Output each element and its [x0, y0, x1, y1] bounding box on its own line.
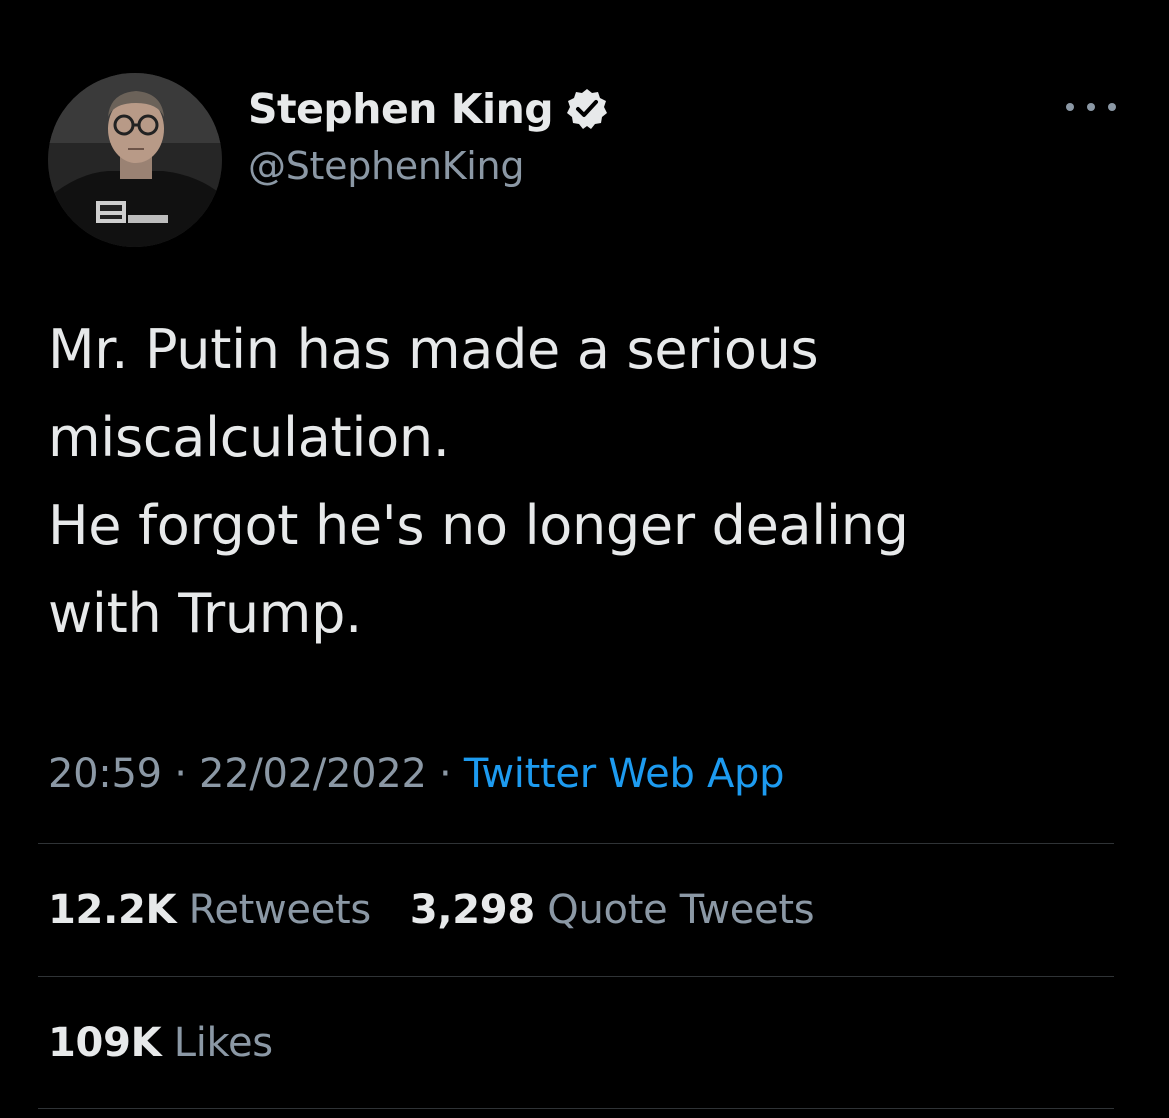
quote-tweets-count: 3,298	[409, 887, 535, 933]
tweet-text: Mr. Putin has made a serious miscalculat…	[48, 306, 1128, 658]
quote-tweets-label: Quote Tweets	[547, 887, 815, 933]
tweet-time[interactable]: 20:59	[48, 751, 162, 797]
author-block: Stephen King @StephenKing	[248, 80, 609, 188]
tweet-text-line: miscalculation.	[48, 406, 450, 469]
tweet-text-line: He forgot he's no longer dealing	[48, 494, 909, 557]
meta-separator: ·	[439, 751, 452, 797]
tweet-text-line: Mr. Putin has made a serious	[48, 318, 819, 381]
tweet-header: Stephen King @StephenKing	[48, 52, 1128, 247]
share-stats-row: 12.2K Retweets 3,298 Quote Tweets	[48, 880, 815, 940]
likes-row: 109K Likes	[48, 1013, 273, 1073]
tweet-detail: Stephen King @StephenKing Mr. Putin has …	[0, 0, 1169, 1118]
more-horizontal-icon[interactable]	[1066, 92, 1116, 122]
likes-label: Likes	[173, 1020, 273, 1066]
likes-count: 109K	[48, 1020, 162, 1066]
quote-tweets-link[interactable]: 3,298 Quote Tweets	[409, 887, 815, 933]
more-dot	[1108, 103, 1116, 111]
more-dot	[1087, 103, 1095, 111]
more-dot	[1066, 103, 1074, 111]
tweet-text-line: with Trump.	[48, 582, 362, 645]
verified-badge-icon	[565, 87, 609, 131]
avatar-photo-icon	[48, 73, 222, 247]
avatar[interactable]	[48, 73, 222, 247]
retweets-count: 12.2K	[48, 887, 177, 933]
divider	[38, 843, 1114, 844]
divider	[38, 1108, 1114, 1109]
likes-link[interactable]: 109K Likes	[48, 1020, 273, 1066]
tweet-source-link[interactable]: Twitter Web App	[464, 751, 785, 797]
name-row: Stephen King	[248, 80, 609, 138]
user-handle[interactable]: @StephenKing	[248, 144, 609, 188]
tweet-meta: 20:59 · 22/02/2022 · Twitter Web App	[48, 744, 785, 804]
retweets-link[interactable]: 12.2K Retweets	[48, 887, 383, 933]
tweet-date[interactable]: 22/02/2022	[199, 751, 427, 797]
retweets-label: Retweets	[188, 887, 372, 933]
divider	[38, 976, 1114, 977]
meta-separator: ·	[174, 751, 187, 797]
display-name[interactable]: Stephen King	[248, 85, 554, 133]
